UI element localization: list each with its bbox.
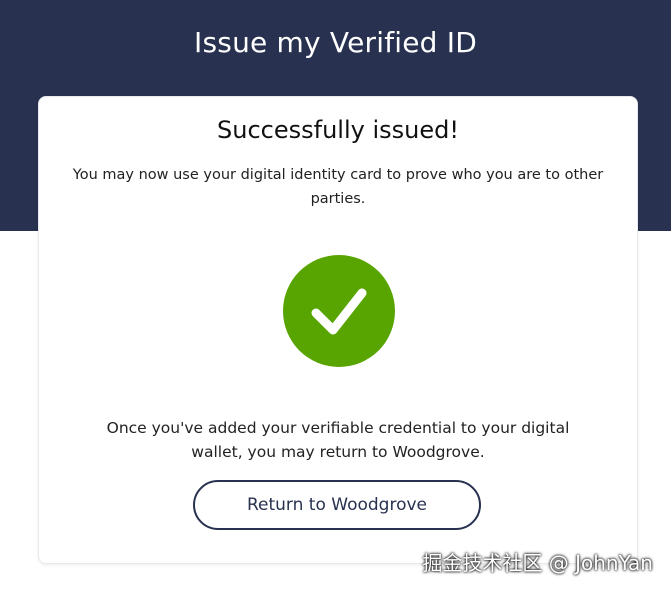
- checkmark-circle-icon: [283, 255, 395, 367]
- card-description: You may now use your digital identity ca…: [72, 167, 604, 207]
- page-title: Issue my Verified ID: [194, 26, 477, 59]
- return-to-woodgrove-button[interactable]: Return to Woodgrove: [193, 480, 481, 530]
- success-card: Successfully issued! You may now use you…: [38, 96, 638, 564]
- checkmark-icon: [311, 288, 367, 335]
- return-message: Once you've added your verifiable creden…: [106, 419, 570, 461]
- card-title: Successfully issued!: [217, 116, 459, 144]
- watermark: 掘金技术社区 @ JohnYan: [422, 551, 653, 575]
